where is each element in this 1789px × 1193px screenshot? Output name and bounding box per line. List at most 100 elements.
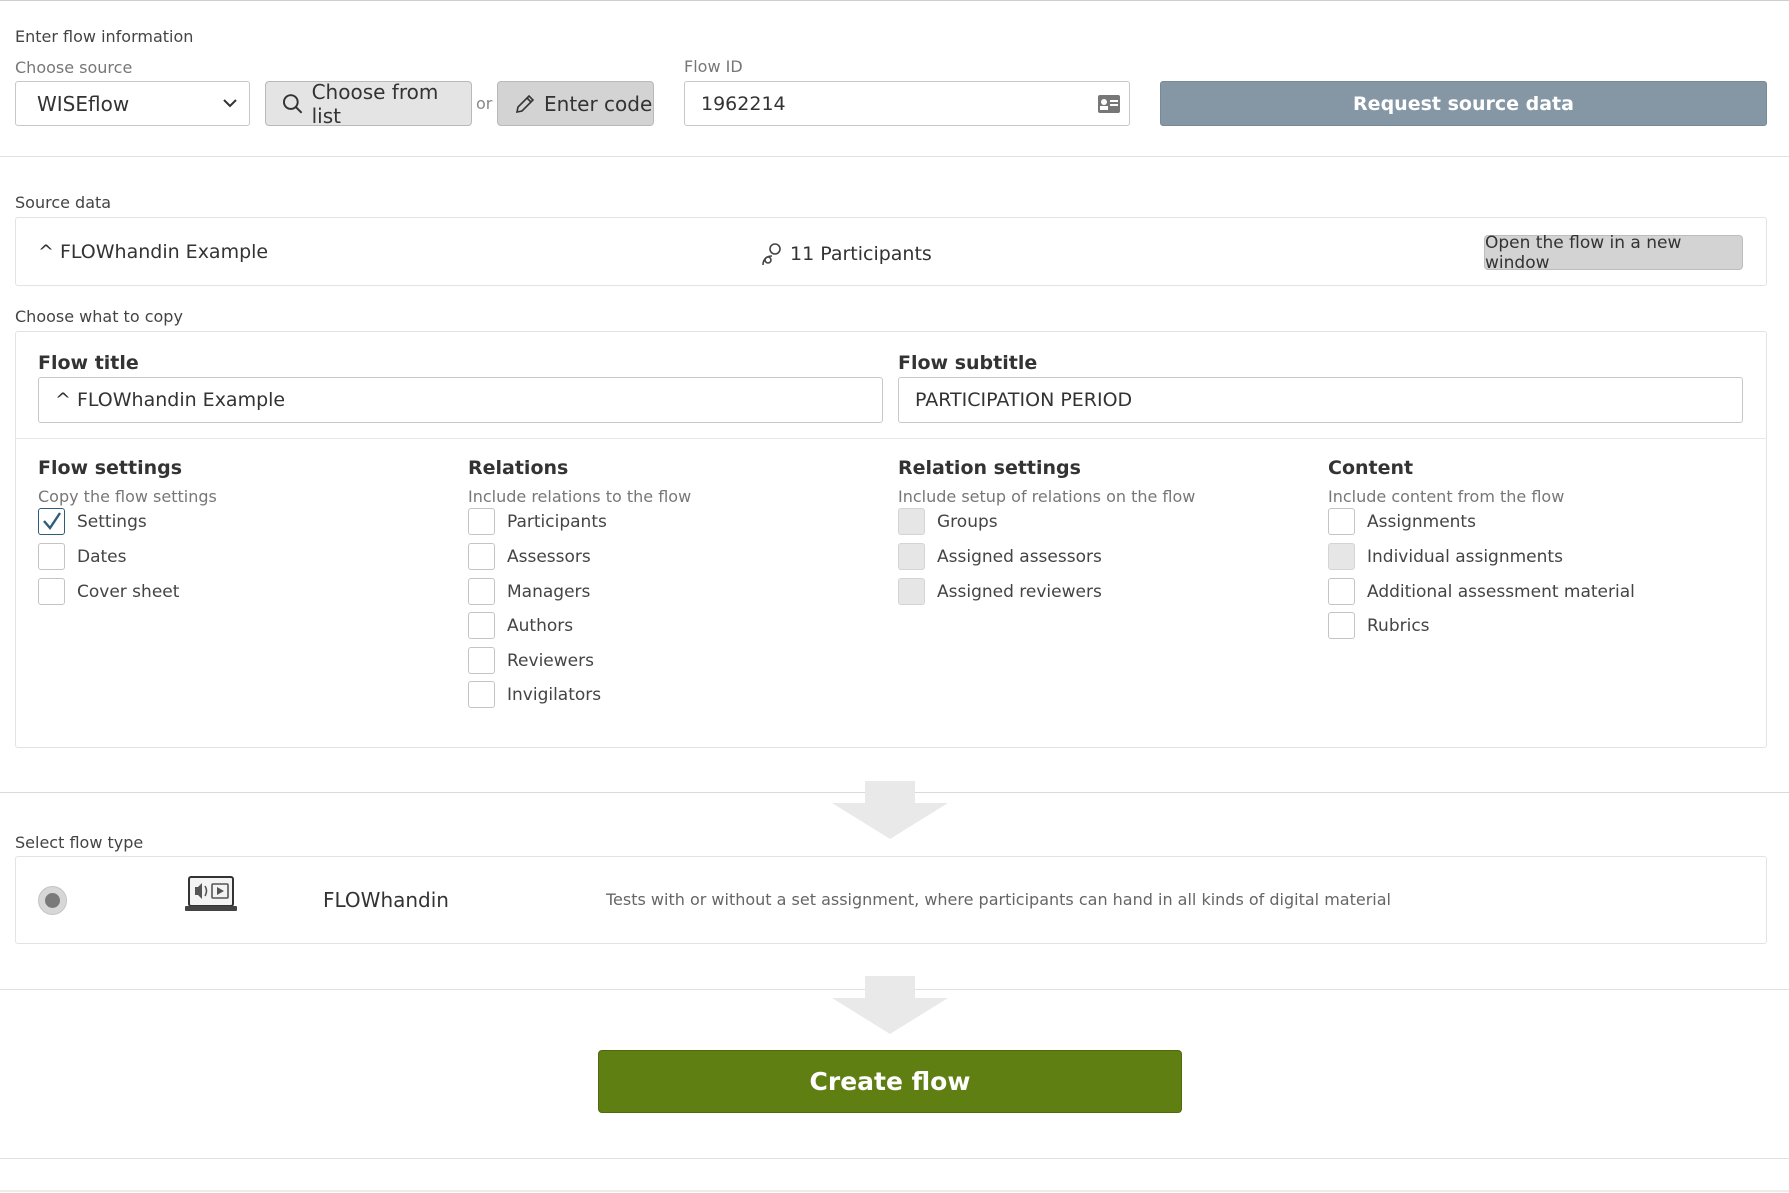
participant-icon <box>762 243 781 266</box>
enter-code-label: Enter code <box>544 91 653 116</box>
divider <box>0 156 1789 157</box>
participants-count: 11 Participants <box>760 241 932 267</box>
column-subtitle: Include relations to the flow <box>468 487 692 506</box>
checkbox-box <box>898 508 925 535</box>
column-subtitle: Copy the flow settings <box>38 487 217 506</box>
checkbox-dates[interactable]: Dates <box>38 543 127 570</box>
checkbox-box[interactable] <box>1328 578 1355 605</box>
choose-from-list-label: Choose from list <box>311 79 439 128</box>
checkbox-assigned-reviewers: Assigned reviewers <box>898 578 1102 605</box>
checkbox-label: Invigilators <box>507 684 602 705</box>
checkbox-box[interactable] <box>1328 612 1355 639</box>
checkbox-box[interactable] <box>468 612 495 639</box>
flow-type-radio[interactable] <box>38 886 67 915</box>
checkbox-box[interactable] <box>468 681 495 708</box>
checkbox-label: Assignments <box>1367 511 1476 532</box>
flow-title-input[interactable]: ^ FLOWhandin Example <box>38 377 883 423</box>
laptop-media-icon <box>185 876 237 911</box>
flow-type-name: FLOWhandin <box>323 888 449 912</box>
flow-id-input[interactable]: 1962214 <box>684 81 1130 126</box>
checkbox-box[interactable] <box>468 543 495 570</box>
flow-title-label: Flow title <box>38 352 139 374</box>
checkbox-groups: Groups <box>898 508 998 535</box>
flow-subtitle-value: PARTICIPATION PERIOD <box>915 389 1133 411</box>
open-flow-button[interactable]: Open the flow in a new window <box>1484 233 1743 273</box>
copy-panel-divider <box>15 438 1767 439</box>
flow-id-value: 1962214 <box>701 92 786 115</box>
checkbox-label: Assigned reviewers <box>937 581 1102 602</box>
checkbox-label: Individual assignments <box>1367 546 1563 567</box>
select-flow-type-heading: Select flow type <box>15 833 144 852</box>
bottom-border <box>0 1190 1789 1192</box>
column-title: Flow settings <box>38 457 183 479</box>
source-data-heading: Source data <box>15 193 112 212</box>
request-source-data-button[interactable]: Request source data <box>1160 81 1767 126</box>
checkbox-label: Settings <box>77 511 147 532</box>
flow-id-label: Flow ID <box>684 57 743 76</box>
checkbox-box[interactable] <box>38 543 65 570</box>
checkbox-label: Authors <box>507 615 574 636</box>
choose-source-label: Choose source <box>15 58 133 77</box>
checkbox-managers[interactable]: Managers <box>468 578 590 605</box>
arrow-down-icon <box>832 781 948 839</box>
checkmark-icon <box>43 512 61 530</box>
checkbox-box[interactable] <box>1328 508 1355 535</box>
create-flow-button[interactable]: Create flow <box>598 1050 1182 1113</box>
divider <box>0 1158 1789 1159</box>
source-select-value: WISEflow <box>37 91 130 116</box>
checkbox-label: Rubrics <box>1367 615 1430 636</box>
checkbox-reviewers[interactable]: Reviewers <box>468 647 594 674</box>
checkbox-rubrics[interactable]: Rubrics <box>1328 612 1430 639</box>
checkbox-participants[interactable]: Participants <box>468 508 607 535</box>
checkbox-assignments[interactable]: Assignments <box>1328 508 1476 535</box>
checkbox-box[interactable] <box>38 508 65 535</box>
checkbox-assessors[interactable]: Assessors <box>468 543 591 570</box>
checkbox-box <box>898 543 925 570</box>
checkbox-box[interactable] <box>468 508 495 535</box>
id-card-icon <box>1098 95 1120 113</box>
checkbox-settings[interactable]: Settings <box>38 508 147 535</box>
chevron-down-icon <box>223 99 237 108</box>
choose-from-list-button[interactable]: Choose from list <box>265 79 472 128</box>
pencil-icon <box>515 94 535 113</box>
checkbox-authors[interactable]: Authors <box>468 612 573 639</box>
checkbox-label: Managers <box>507 581 591 602</box>
checkbox-box[interactable] <box>468 578 495 605</box>
arrow-down-icon <box>832 976 948 1034</box>
enter-flow-info-heading: Enter flow information <box>15 27 194 46</box>
checkbox-cover-sheet[interactable]: Cover sheet <box>38 578 179 605</box>
flow-subtitle-input[interactable]: PARTICIPATION PERIOD <box>898 377 1743 423</box>
checkbox-label: Dates <box>77 546 127 567</box>
checkbox-label: Participants <box>507 511 607 532</box>
enter-code-button[interactable]: Enter code <box>497 81 654 126</box>
top-border <box>0 0 1789 1</box>
checkbox-label: Additional assessment material <box>1367 581 1635 602</box>
column-title: Relation settings <box>898 457 1081 479</box>
checkbox-label: Reviewers <box>507 650 594 671</box>
checkbox-invigilators[interactable]: Invigilators <box>468 681 601 708</box>
checkbox-additional-assessment-material[interactable]: Additional assessment material <box>1328 578 1635 605</box>
column-title: Relations <box>468 457 569 479</box>
column-subtitle: Include setup of relations on the flow <box>898 487 1196 506</box>
participants-label: 11 Participants <box>790 243 932 265</box>
source-select[interactable]: WISEflow <box>15 81 250 126</box>
checkbox-assigned-assessors: Assigned assessors <box>898 543 1102 570</box>
choose-copy-heading: Choose what to copy <box>15 307 183 326</box>
flow-type-description: Tests with or without a set assignment, … <box>606 890 1391 909</box>
column-title: Content <box>1328 457 1414 479</box>
search-icon <box>282 93 303 114</box>
checkbox-box <box>1328 543 1355 570</box>
checkbox-individual-assignments: Individual assignments <box>1328 543 1563 570</box>
flow-title-value: ^ FLOWhandin Example <box>55 389 286 411</box>
checkbox-box[interactable] <box>468 647 495 674</box>
or-text: or <box>476 94 493 113</box>
column-subtitle: Include content from the flow <box>1328 487 1565 506</box>
checkbox-box[interactable] <box>38 578 65 605</box>
checkbox-label: Assessors <box>507 546 591 567</box>
checkbox-label: Assigned assessors <box>937 546 1102 567</box>
checkbox-label: Groups <box>937 511 998 532</box>
checkbox-box <box>898 578 925 605</box>
flow-subtitle-label: Flow subtitle <box>898 352 1038 374</box>
source-flow-name: ^ FLOWhandin Example <box>38 241 269 263</box>
checkbox-label: Cover sheet <box>77 581 180 602</box>
